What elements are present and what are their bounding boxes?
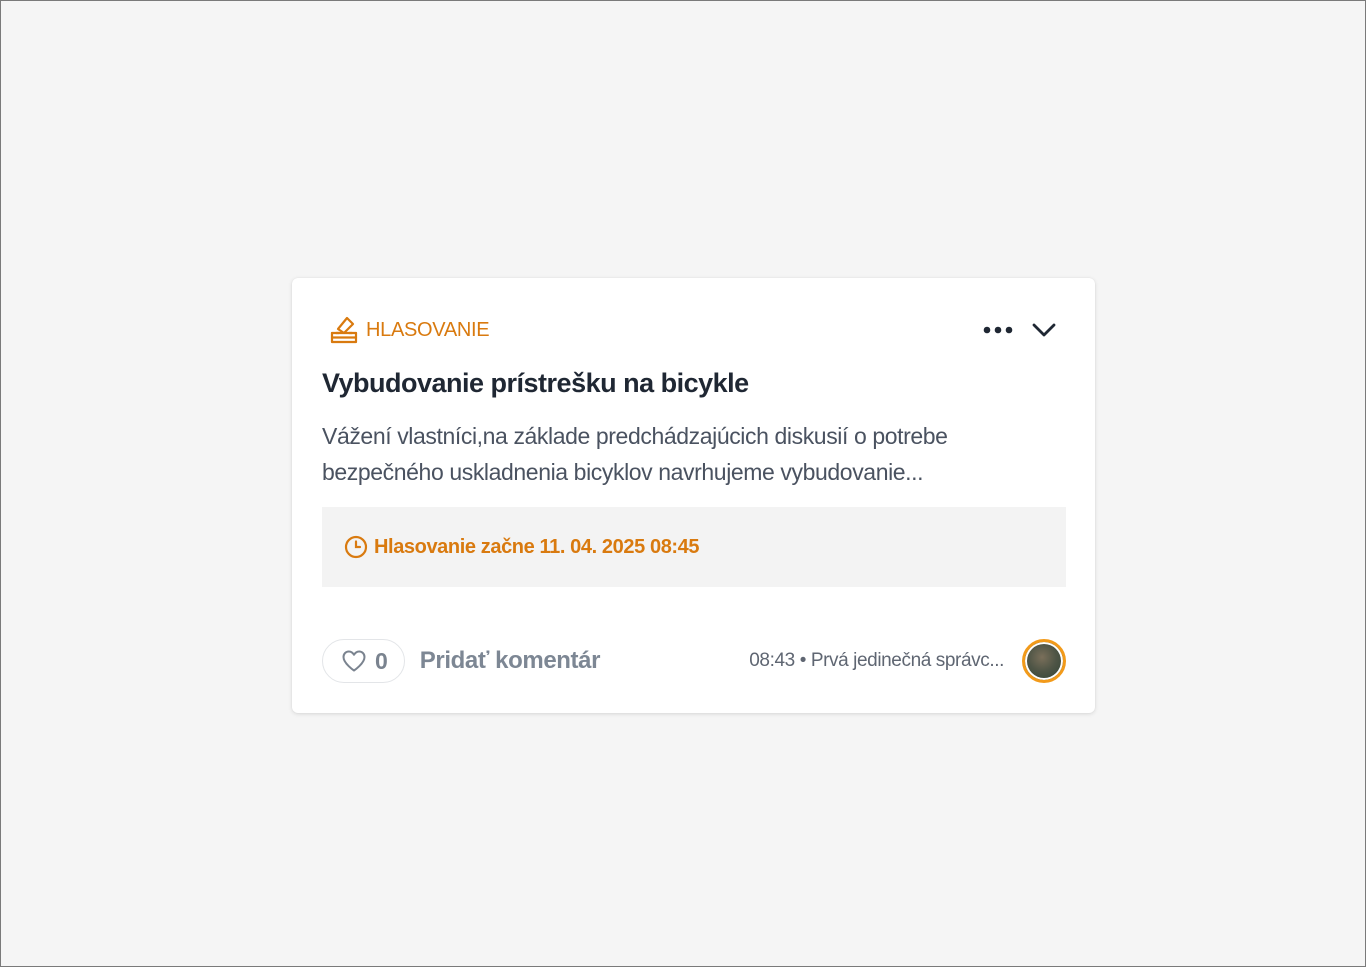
voting-status-box: Hlasovanie začne 11. 04. 2025 08:45 [322, 507, 1066, 587]
like-button[interactable]: 0 [322, 639, 405, 683]
post-footer: 0 Pridať komentár 08:43 • Prvá jedinečná… [322, 638, 1066, 684]
heart-icon [341, 649, 367, 673]
post-card: HLASOVANIE Vybudovanie prístrešku na bic… [292, 278, 1095, 713]
post-actions [983, 318, 1059, 342]
more-options-icon[interactable] [983, 318, 1013, 342]
chevron-down-icon[interactable] [1029, 318, 1059, 342]
post-description: Vážení vlastníci,na základe predchádzajú… [322, 423, 948, 485]
add-comment-button[interactable]: Pridať komentár [420, 647, 601, 675]
post-title[interactable]: Vybudovanie prístrešku na bicykle [322, 368, 749, 399]
voting-status-text: Hlasovanie začne 11. 04. 2025 08:45 [374, 535, 700, 558]
category-label: HLASOVANIE [366, 318, 490, 341]
post-meta: 08:43 • Prvá jedinečná správc... [749, 650, 1004, 671]
clock-icon [344, 535, 368, 559]
like-count: 0 [375, 647, 388, 674]
post-category: HLASOVANIE [328, 314, 490, 346]
avatar[interactable] [1022, 639, 1066, 683]
ballot-box-icon [328, 314, 360, 346]
